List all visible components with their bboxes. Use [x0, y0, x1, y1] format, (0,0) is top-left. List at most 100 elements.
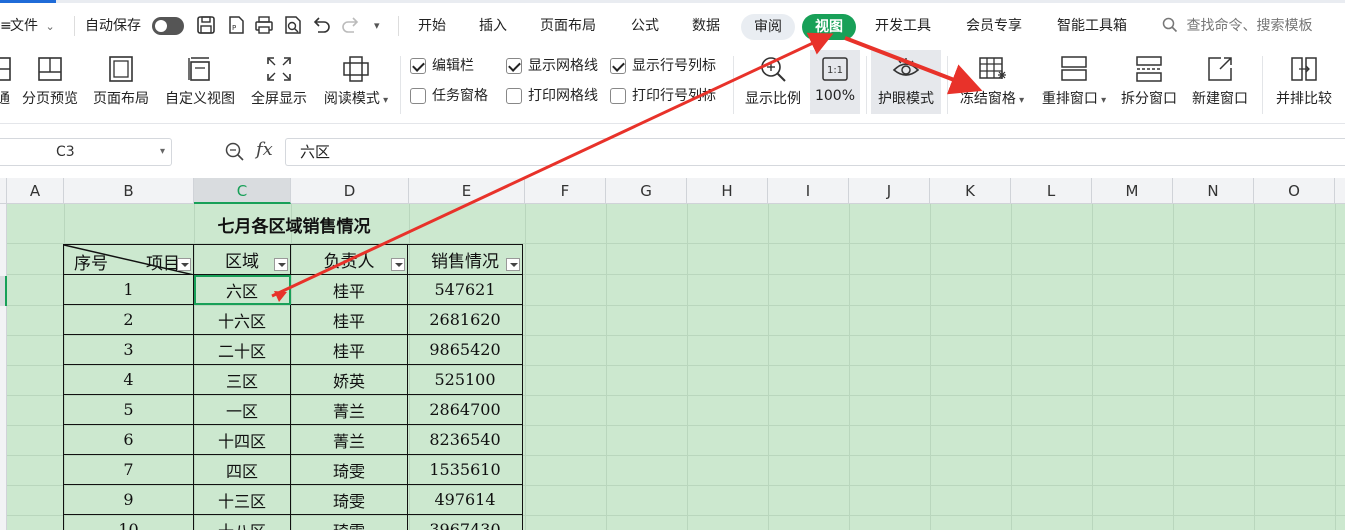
region-cell[interactable]: 一区 — [193, 394, 291, 425]
filter-dropdown-icon[interactable] — [506, 258, 520, 271]
column-header[interactable]: H — [687, 178, 768, 204]
sales-cell[interactable]: 497614 — [407, 484, 523, 515]
split-window-button[interactable]: 拆分窗口 — [1116, 50, 1182, 114]
owner-cell[interactable]: 桂平 — [290, 334, 408, 365]
page-layout-view-button[interactable]: 页面布局 — [89, 50, 153, 114]
tab-member[interactable]: 会员专享 — [966, 14, 1022, 38]
undo-icon[interactable] — [310, 14, 332, 36]
sales-cell[interactable]: 525100 — [407, 364, 523, 395]
new-window-button[interactable]: 新建窗口 — [1187, 50, 1253, 114]
redo-icon[interactable] — [340, 14, 362, 36]
seq-cell[interactable]: 7 — [63, 454, 194, 485]
file-menu[interactable]: 文件 ⌄ — [10, 14, 55, 38]
tab-insert[interactable]: 插入 — [479, 14, 507, 38]
region-cell[interactable]: 三区 — [193, 364, 291, 395]
tab-page-layout[interactable]: 页面布局 — [540, 14, 596, 38]
column-header[interactable]: G — [606, 178, 687, 204]
zoom-search-icon[interactable] — [224, 141, 246, 163]
tab-developer[interactable]: 开发工具 — [875, 14, 931, 38]
export-pdf-icon[interactable]: P — [225, 14, 247, 36]
print-headings-checkbox[interactable]: 打印行号列标 — [610, 85, 716, 107]
zoom-100-button[interactable]: 1:1 100% — [810, 50, 860, 114]
region-cell-active[interactable]: 六区 — [193, 274, 291, 305]
owner-cell[interactable]: 桂平 — [290, 304, 408, 335]
formula-bar-checkbox[interactable]: 编辑栏 — [410, 55, 474, 77]
reading-mode-button[interactable]: 阅读模式 ▾ — [318, 50, 394, 114]
filter-dropdown-icon[interactable] — [177, 258, 191, 271]
command-search[interactable]: 查找命令、搜索模板 — [1162, 14, 1312, 38]
region-cell[interactable]: 十八区 — [193, 514, 291, 530]
seq-cell[interactable]: 9 — [63, 484, 194, 515]
select-all-corner[interactable] — [0, 178, 7, 204]
seq-cell[interactable]: 5 — [63, 394, 194, 425]
tab-home[interactable]: 开始 — [418, 14, 446, 38]
column-header[interactable]: K — [930, 178, 1011, 204]
sales-cell[interactable]: 2864700 — [407, 394, 523, 425]
formula-input[interactable]: 六区 — [285, 138, 1345, 166]
column-header[interactable]: E — [409, 178, 525, 204]
sales-cell[interactable]: 2681620 — [407, 304, 523, 335]
column-header[interactable]: O — [1254, 178, 1335, 204]
owner-cell[interactable]: 琦雯 — [290, 514, 408, 530]
region-cell[interactable]: 二十区 — [193, 334, 291, 365]
show-headings-checkbox[interactable]: 显示行号列标 — [610, 55, 716, 77]
sales-cell[interactable]: 9865420 — [407, 334, 523, 365]
filter-dropdown-icon[interactable] — [391, 258, 405, 271]
row-headers[interactable] — [0, 204, 7, 530]
header-cell-sales[interactable]: 销售情况 — [407, 244, 523, 275]
owner-cell[interactable]: 菁兰 — [290, 424, 408, 455]
page-break-preview-button[interactable]: 分页预览 — [18, 50, 82, 114]
fullscreen-button[interactable]: 全屏显示 — [246, 50, 312, 114]
rearrange-windows-button[interactable]: 重排窗口 ▾ — [1036, 50, 1112, 114]
header-cell-region[interactable]: 区域 — [193, 244, 291, 275]
region-cell[interactable]: 十六区 — [193, 304, 291, 335]
column-header[interactable]: B — [64, 178, 194, 204]
region-cell[interactable]: 十四区 — [193, 424, 291, 455]
seq-cell[interactable]: 1 — [63, 274, 194, 305]
seq-cell[interactable]: 2 — [63, 304, 194, 335]
print-preview-icon[interactable] — [282, 14, 304, 36]
print-icon[interactable] — [253, 14, 275, 36]
zoom-button[interactable]: 显示比例 — [740, 50, 806, 114]
owner-cell[interactable]: 琦雯 — [290, 484, 408, 515]
seq-cell[interactable]: 10 — [63, 514, 194, 530]
header-cell-owner[interactable]: 负责人 — [290, 244, 408, 275]
name-box[interactable]: C3 ▾ — [0, 138, 172, 166]
column-header[interactable]: I — [768, 178, 849, 204]
owner-cell[interactable]: 菁兰 — [290, 394, 408, 425]
seq-cell[interactable]: 3 — [63, 334, 194, 365]
custom-view-button[interactable]: 自定义视图 — [160, 50, 240, 114]
sales-cell[interactable]: 8236540 — [407, 424, 523, 455]
sales-cell[interactable]: 1535610 — [407, 454, 523, 485]
column-header[interactable]: D — [291, 178, 409, 204]
save-icon[interactable] — [195, 14, 217, 36]
column-header[interactable]: N — [1173, 178, 1254, 204]
sheet-title[interactable]: 七月各区域销售情况 — [64, 212, 524, 242]
autosave-toggle[interactable] — [152, 17, 184, 35]
seq-cell[interactable]: 4 — [63, 364, 194, 395]
task-pane-checkbox[interactable]: 任务窗格 — [410, 85, 488, 107]
sales-cell[interactable]: 3967430 — [407, 514, 523, 530]
tab-review[interactable]: 审阅 — [741, 14, 795, 40]
sales-cell[interactable]: 547621 — [407, 274, 523, 305]
eye-protection-button[interactable]: 护眼模式 — [871, 50, 941, 114]
column-header[interactable]: J — [849, 178, 930, 204]
tab-smart-toolbox[interactable]: 智能工具箱 — [1057, 14, 1127, 38]
column-header-selected[interactable]: C — [194, 178, 291, 204]
column-header[interactable]: A — [7, 178, 64, 204]
column-header[interactable]: F — [525, 178, 606, 204]
owner-cell[interactable]: 娇英 — [290, 364, 408, 395]
column-header[interactable]: M — [1092, 178, 1173, 204]
owner-cell[interactable]: 桂平 — [290, 274, 408, 305]
tab-formulas[interactable]: 公式 — [631, 14, 659, 38]
tab-view[interactable]: 视图 — [802, 14, 856, 40]
header-cell-seq-item[interactable]: 序号 项目 — [63, 244, 194, 275]
column-header[interactable]: L — [1011, 178, 1092, 204]
print-gridlines-checkbox[interactable]: 打印网格线 — [506, 85, 598, 107]
quick-access-dropdown-icon[interactable]: ▾ — [374, 14, 380, 38]
show-gridlines-checkbox[interactable]: 显示网格线 — [506, 55, 598, 77]
normal-view-button[interactable]: 通 — [0, 50, 14, 114]
region-cell[interactable]: 四区 — [193, 454, 291, 485]
worksheet-grid[interactable]: 七月各区域销售情况 序号 项目 区域 负责人 销售情况 1 六区 桂平 5476… — [7, 204, 1345, 530]
insert-function-button[interactable]: fx — [256, 139, 273, 160]
